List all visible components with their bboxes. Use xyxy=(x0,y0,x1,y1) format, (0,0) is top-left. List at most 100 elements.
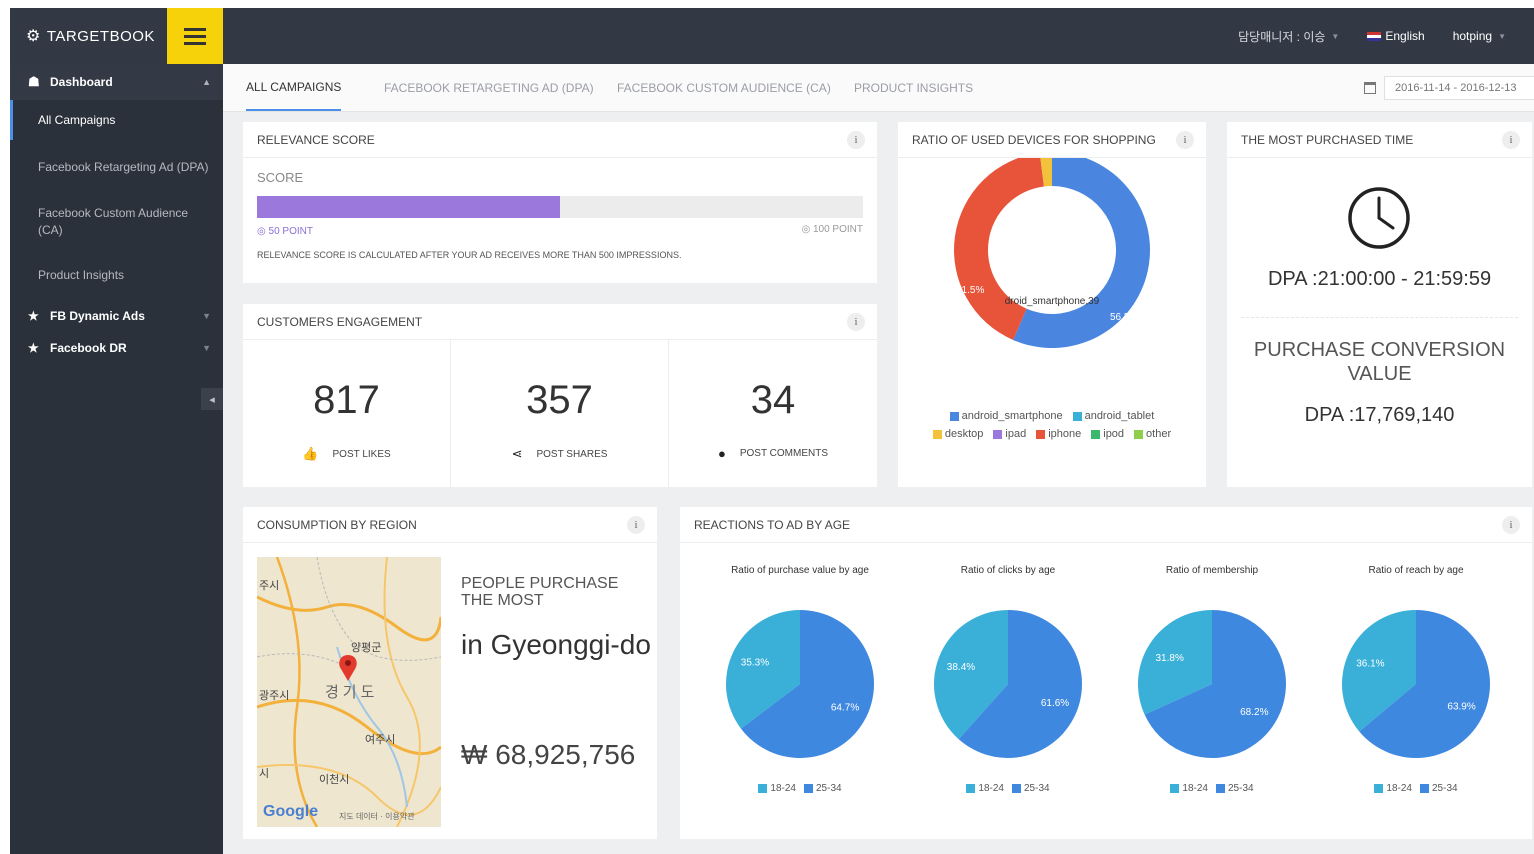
info-icon[interactable]: i xyxy=(1502,131,1520,149)
engagement-comments: 34 ● POST COMMENTS xyxy=(669,340,877,487)
tab-ca[interactable]: FACEBOOK CUSTOM AUDIENCE (CA) xyxy=(617,64,831,111)
legend-item-ipad[interactable]: ipad xyxy=(993,428,1026,440)
panel-header: CONSUMPTION BY REGION i xyxy=(243,507,657,543)
brand[interactable]: ⚙ TARGETBOOK xyxy=(10,8,167,64)
legend-item-25-34[interactable]: 25-34 xyxy=(1012,783,1050,794)
legend-item-ipod[interactable]: ipod xyxy=(1091,428,1124,440)
top-right-menu: 담당매니저 : 이승 ▼ English hotping ▼ xyxy=(1238,8,1534,64)
legend-swatch xyxy=(804,784,813,793)
legend-swatch xyxy=(1091,429,1101,439)
comments-caption: ● POST COMMENTS xyxy=(669,446,877,461)
panel-title: RELEVANCE SCORE xyxy=(257,132,375,147)
pie-data-label: 68.2% xyxy=(1240,707,1268,718)
legend-label: other xyxy=(1146,428,1172,440)
divider xyxy=(1241,317,1518,318)
map-credit[interactable]: 지도 데이터 · 이용약관 xyxy=(339,811,415,822)
hamburger-icon xyxy=(184,27,206,31)
comment-icon: ● xyxy=(717,446,726,461)
pie-data-label: 38.4% xyxy=(947,662,975,673)
most-purchased-time: DPA :21:00:00 - 21:59:59 xyxy=(1267,268,1492,290)
pie-data-label: 35.3% xyxy=(741,658,769,669)
sidebar-item-product-insights[interactable]: Product Insights xyxy=(10,250,223,300)
legend-label: desktop xyxy=(944,428,984,440)
legend-item-18-24[interactable]: 18-24 xyxy=(758,783,796,794)
sidebar-item-dpa[interactable]: Facebook Retargeting Ad (DPA) xyxy=(10,140,223,194)
legend-item-25-34[interactable]: 25-34 xyxy=(1420,783,1458,794)
user-dropdown[interactable]: hotping ▼ xyxy=(1453,29,1506,43)
legend-label: android_tablet xyxy=(1084,410,1155,422)
brand-logo-icon: ⚙ xyxy=(26,28,41,45)
likes-count: 817 xyxy=(313,378,380,422)
legend-label: ipad xyxy=(1005,428,1027,440)
legend-item-18-24[interactable]: 18-24 xyxy=(1170,783,1208,794)
manager-dropdown[interactable]: 담당매니저 : 이승 ▼ xyxy=(1238,28,1339,45)
age-reactions-panel: REACTIONS TO AD BY AGE i Ratio of purcha… xyxy=(680,507,1532,839)
map-label: 주시 xyxy=(259,580,280,592)
flag-icon xyxy=(1367,31,1382,41)
sidebar-item-label: All Campaigns xyxy=(38,112,116,127)
score-note: RELEVANCE SCORE IS CALCULATED AFTER YOUR… xyxy=(257,250,682,260)
legend-swatch xyxy=(1420,784,1429,793)
legend-item-desktop[interactable]: desktop xyxy=(932,428,984,440)
menu-toggle-button[interactable] xyxy=(167,8,223,64)
legend-label: 18-24 xyxy=(1386,783,1412,794)
region-map[interactable]: 주시 양평군 경기도 광주시 여주시 이천시 시 Google 지도 데이터 ·… xyxy=(257,557,441,827)
tab-all-campaigns[interactable]: ALL CAMPAIGNS xyxy=(246,64,342,111)
panel-header: CUSTOMERS ENGAGEMENT i xyxy=(243,304,877,340)
info-icon[interactable]: i xyxy=(1502,516,1520,534)
sidebar-item-dashboard[interactable]: ☗ Dashboard ▲ xyxy=(10,64,223,100)
legend-item-18-24[interactable]: 18-24 xyxy=(966,783,1004,794)
comments-label: POST COMMENTS xyxy=(739,448,828,459)
tab-bar: ALL CAMPAIGNS FACEBOOK RETARGETING AD (D… xyxy=(223,64,1534,112)
share-icon: ⋖ xyxy=(511,446,523,461)
info-icon[interactable]: i xyxy=(1176,131,1194,149)
comments-count: 34 xyxy=(750,378,796,422)
legend-label: 25-34 xyxy=(1024,783,1050,794)
calendar-icon[interactable] xyxy=(1364,82,1376,94)
legend-swatch xyxy=(758,784,768,793)
sidebar-item-label: Dashboard xyxy=(50,75,113,89)
thumbs-up-icon: 👍 xyxy=(302,446,319,461)
legend-swatch xyxy=(1170,784,1180,793)
legend-item-android_smartphone[interactable]: android_smartphone xyxy=(949,410,1063,422)
sidebar-item-ca[interactable]: Facebook Custom Audience (CA) xyxy=(10,194,223,250)
language-selector[interactable]: English xyxy=(1367,29,1425,43)
map-label: 광주시 xyxy=(259,690,290,702)
top-region: in Gyeonggi-do xyxy=(461,629,651,660)
dashboard-icon: ☗ xyxy=(28,74,40,89)
panel-header: REACTIONS TO AD BY AGE i xyxy=(680,507,1532,543)
age-legend: 18-24 25-34 xyxy=(700,783,900,796)
legend-label: 25-34 xyxy=(1228,783,1254,794)
legend-swatch xyxy=(993,429,1003,439)
chevron-down-icon: ▼ xyxy=(202,343,211,353)
legend-item-18-24[interactable]: 18-24 xyxy=(1374,783,1412,794)
tab-product-insights[interactable]: PRODUCT INSIGHTS xyxy=(854,64,973,111)
sidebar-item-fb-dynamic-ads[interactable]: ★ FB Dynamic Ads ▼ xyxy=(10,300,223,332)
info-icon[interactable]: i xyxy=(847,131,865,149)
legend-item-25-34[interactable]: 25-34 xyxy=(1216,783,1254,794)
age-pie-chart: 31.8% 68.2% xyxy=(1138,610,1286,758)
donut-center-label: droid_smartphone,39 xyxy=(1005,296,1100,307)
devices-legend: android_smartphone android_tabletdesktop i… xyxy=(918,410,1186,446)
sidebar-item-all-campaigns[interactable]: All Campaigns xyxy=(10,100,223,140)
tab-dpa[interactable]: FACEBOOK RETARGETING AD (DPA) xyxy=(384,64,594,111)
conversion-title: PURCHASE CONVERSION VALUE xyxy=(1253,339,1506,385)
sidebar-collapse-button[interactable]: ◂ xyxy=(201,388,223,410)
info-icon[interactable]: i xyxy=(847,313,865,331)
legend-item-android_tablet[interactable]: android_tablet xyxy=(1072,410,1155,422)
legend-item-iphone[interactable]: iphone xyxy=(1036,428,1081,440)
legend-item-other[interactable]: other xyxy=(1134,428,1171,440)
score-min-label: ◎ 50 POINT xyxy=(257,226,313,237)
date-range-input[interactable] xyxy=(1384,76,1534,100)
sidebar-item-facebook-dr[interactable]: ★ Facebook DR ▼ xyxy=(10,332,223,364)
info-icon[interactable]: i xyxy=(627,516,645,534)
engagement-panel: CUSTOMERS ENGAGEMENT i 817 👍 POST LIKES … xyxy=(243,304,877,487)
age-legend: 18-24 25-34 xyxy=(1316,783,1516,796)
region-panel: CONSUMPTION BY REGION i 주시 양평군 경기도 광주시 여… xyxy=(243,507,657,839)
conversion-value: DPA :17,769,140 xyxy=(1304,404,1455,426)
legend-swatch xyxy=(1216,784,1225,793)
score-progress-fill xyxy=(257,196,560,218)
legend-item-25-34[interactable]: 25-34 xyxy=(804,783,842,794)
legend-swatch xyxy=(966,784,976,793)
top-bar: ⚙ TARGETBOOK 담당매니저 : 이승 ▼ English hotpin… xyxy=(10,8,1534,64)
